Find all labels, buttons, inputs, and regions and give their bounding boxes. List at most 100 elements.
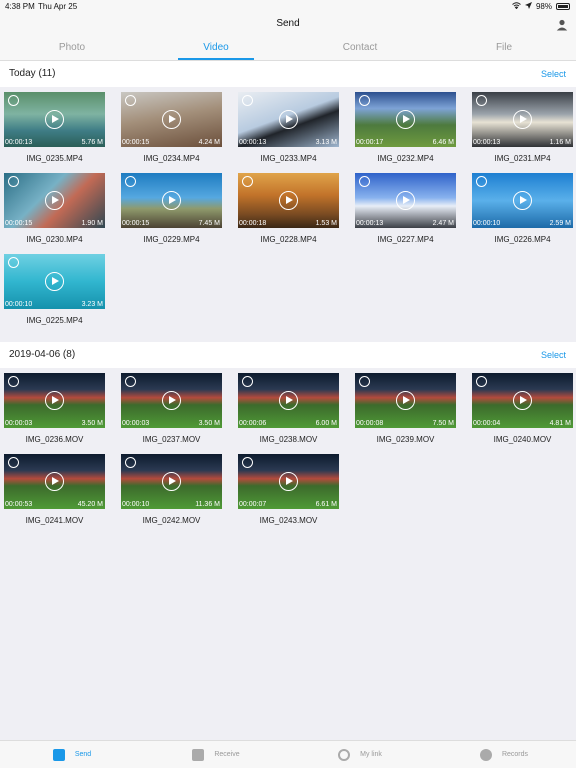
play-icon[interactable] <box>513 110 532 129</box>
bottom-tab-records[interactable]: Records <box>432 741 576 768</box>
video-item[interactable]: 00:00:08 7.50 M IMG_0239.MOV <box>355 373 456 444</box>
video-thumbnail[interactable]: 00:00:03 3.50 M <box>4 373 105 428</box>
select-circle-icon[interactable] <box>476 95 487 106</box>
video-thumbnail[interactable]: 00:00:07 6.61 M <box>238 454 339 509</box>
video-thumbnail[interactable]: 00:00:13 1.16 M <box>472 92 573 147</box>
select-circle-icon[interactable] <box>8 257 19 268</box>
select-circle-icon[interactable] <box>8 176 19 187</box>
video-thumbnail[interactable]: 00:00:15 7.45 M <box>121 173 222 228</box>
video-filename: IMG_0243.MOV <box>259 516 318 525</box>
play-icon[interactable] <box>279 110 298 129</box>
video-item[interactable]: 00:00:15 4.24 M IMG_0234.MP4 <box>121 92 222 163</box>
video-item[interactable]: 00:00:13 2.47 M IMG_0227.MP4 <box>355 173 456 244</box>
select-circle-icon[interactable] <box>125 376 136 387</box>
play-icon[interactable] <box>279 191 298 210</box>
video-thumbnail[interactable]: 00:00:18 1.53 M <box>238 173 339 228</box>
play-icon[interactable] <box>45 391 64 410</box>
video-duration: 00:00:15 <box>122 220 150 227</box>
select-circle-icon[interactable] <box>8 457 19 468</box>
select-circle-icon[interactable] <box>125 176 136 187</box>
tab-video[interactable]: Video <box>144 38 288 60</box>
select-circle-icon[interactable] <box>359 95 370 106</box>
bottom-tab-my-link[interactable]: My link <box>288 741 432 768</box>
play-icon[interactable] <box>162 191 181 210</box>
video-item[interactable]: 00:00:17 6.46 M IMG_0232.MP4 <box>355 92 456 163</box>
video-item[interactable]: 00:00:18 1.53 M IMG_0228.MP4 <box>238 173 339 244</box>
video-item[interactable]: 00:00:10 11.36 M IMG_0242.MOV <box>121 454 222 525</box>
video-duration: 00:00:08 <box>356 420 384 427</box>
select-circle-icon[interactable] <box>242 457 253 468</box>
video-thumbnail[interactable]: 00:00:53 45.20 M <box>4 454 105 509</box>
video-thumbnail[interactable]: 00:00:15 4.24 M <box>121 92 222 147</box>
video-thumbnail[interactable]: 00:00:17 6.46 M <box>355 92 456 147</box>
play-icon[interactable] <box>45 110 64 129</box>
select-button[interactable]: Select <box>541 342 566 368</box>
send-icon <box>52 748 65 761</box>
video-thumbnail[interactable]: 00:00:10 11.36 M <box>121 454 222 509</box>
video-item[interactable]: 00:00:04 4.81 M IMG_0240.MOV <box>472 373 573 444</box>
play-icon[interactable] <box>45 472 64 491</box>
video-filename: IMG_0229.MP4 <box>143 235 200 244</box>
video-thumbnail[interactable]: 00:00:15 1.90 M <box>4 173 105 228</box>
video-item[interactable]: 00:00:03 3.50 M IMG_0237.MOV <box>121 373 222 444</box>
select-circle-icon[interactable] <box>359 376 370 387</box>
video-item[interactable]: 00:00:15 1.90 M IMG_0230.MP4 <box>4 173 105 244</box>
play-icon[interactable] <box>162 110 181 129</box>
video-size: 3.50 M <box>198 420 220 427</box>
tab-file[interactable]: File <box>432 38 576 60</box>
video-item[interactable]: 00:00:10 2.59 M IMG_0226.MP4 <box>472 173 573 244</box>
video-item[interactable]: 00:00:06 6.00 M IMG_0238.MOV <box>238 373 339 444</box>
bottom-tab-receive[interactable]: Receive <box>144 741 288 768</box>
video-filename: IMG_0240.MOV <box>493 435 552 444</box>
tab-contact[interactable]: Contact <box>288 38 432 60</box>
video-thumbnail[interactable]: 00:00:06 6.00 M <box>238 373 339 428</box>
status-time: 4:38 PM <box>5 2 35 11</box>
video-thumbnail[interactable]: 00:00:10 2.59 M <box>472 173 573 228</box>
play-icon[interactable] <box>279 472 298 491</box>
select-circle-icon[interactable] <box>242 176 253 187</box>
play-icon[interactable] <box>162 472 181 491</box>
play-icon[interactable] <box>396 191 415 210</box>
play-icon[interactable] <box>45 191 64 210</box>
play-icon[interactable] <box>513 391 532 410</box>
play-icon[interactable] <box>513 191 532 210</box>
profile-icon[interactable] <box>556 18 568 31</box>
video-item[interactable]: 00:00:53 45.20 M IMG_0241.MOV <box>4 454 105 525</box>
status-date: Thu Apr 25 <box>38 2 78 11</box>
select-button[interactable]: Select <box>541 61 566 87</box>
play-icon[interactable] <box>279 391 298 410</box>
tab-photo[interactable]: Photo <box>0 38 144 60</box>
select-circle-icon[interactable] <box>8 95 19 106</box>
select-circle-icon[interactable] <box>8 376 19 387</box>
video-item[interactable]: 00:00:03 3.50 M IMG_0236.MOV <box>4 373 105 444</box>
select-circle-icon[interactable] <box>125 457 136 468</box>
video-thumbnail[interactable]: 00:00:13 5.76 M <box>4 92 105 147</box>
video-item[interactable]: 00:00:10 3.23 M IMG_0225.MP4 <box>4 254 105 325</box>
video-duration: 00:00:06 <box>239 420 267 427</box>
video-thumbnail[interactable]: 00:00:13 3.13 M <box>238 92 339 147</box>
video-item[interactable]: 00:00:13 5.76 M IMG_0235.MP4 <box>4 92 105 163</box>
select-circle-icon[interactable] <box>359 176 370 187</box>
video-item[interactable]: 00:00:15 7.45 M IMG_0229.MP4 <box>121 173 222 244</box>
video-item[interactable]: 00:00:13 1.16 M IMG_0231.MP4 <box>472 92 573 163</box>
section-header: Today (11) Select <box>0 61 576 87</box>
video-size: 2.47 M <box>432 220 454 227</box>
video-filename: IMG_0233.MP4 <box>260 154 317 163</box>
bottom-tab-send[interactable]: Send <box>0 741 144 768</box>
video-thumbnail[interactable]: 00:00:04 4.81 M <box>472 373 573 428</box>
select-circle-icon[interactable] <box>242 376 253 387</box>
video-thumbnail[interactable]: 00:00:10 3.23 M <box>4 254 105 309</box>
play-icon[interactable] <box>396 391 415 410</box>
video-thumbnail[interactable]: 00:00:08 7.50 M <box>355 373 456 428</box>
play-icon[interactable] <box>45 272 64 291</box>
select-circle-icon[interactable] <box>476 176 487 187</box>
select-circle-icon[interactable] <box>125 95 136 106</box>
video-thumbnail[interactable]: 00:00:13 2.47 M <box>355 173 456 228</box>
select-circle-icon[interactable] <box>476 376 487 387</box>
video-item[interactable]: 00:00:13 3.13 M IMG_0233.MP4 <box>238 92 339 163</box>
video-item[interactable]: 00:00:07 6.61 M IMG_0243.MOV <box>238 454 339 525</box>
play-icon[interactable] <box>162 391 181 410</box>
play-icon[interactable] <box>396 110 415 129</box>
select-circle-icon[interactable] <box>242 95 253 106</box>
video-thumbnail[interactable]: 00:00:03 3.50 M <box>121 373 222 428</box>
